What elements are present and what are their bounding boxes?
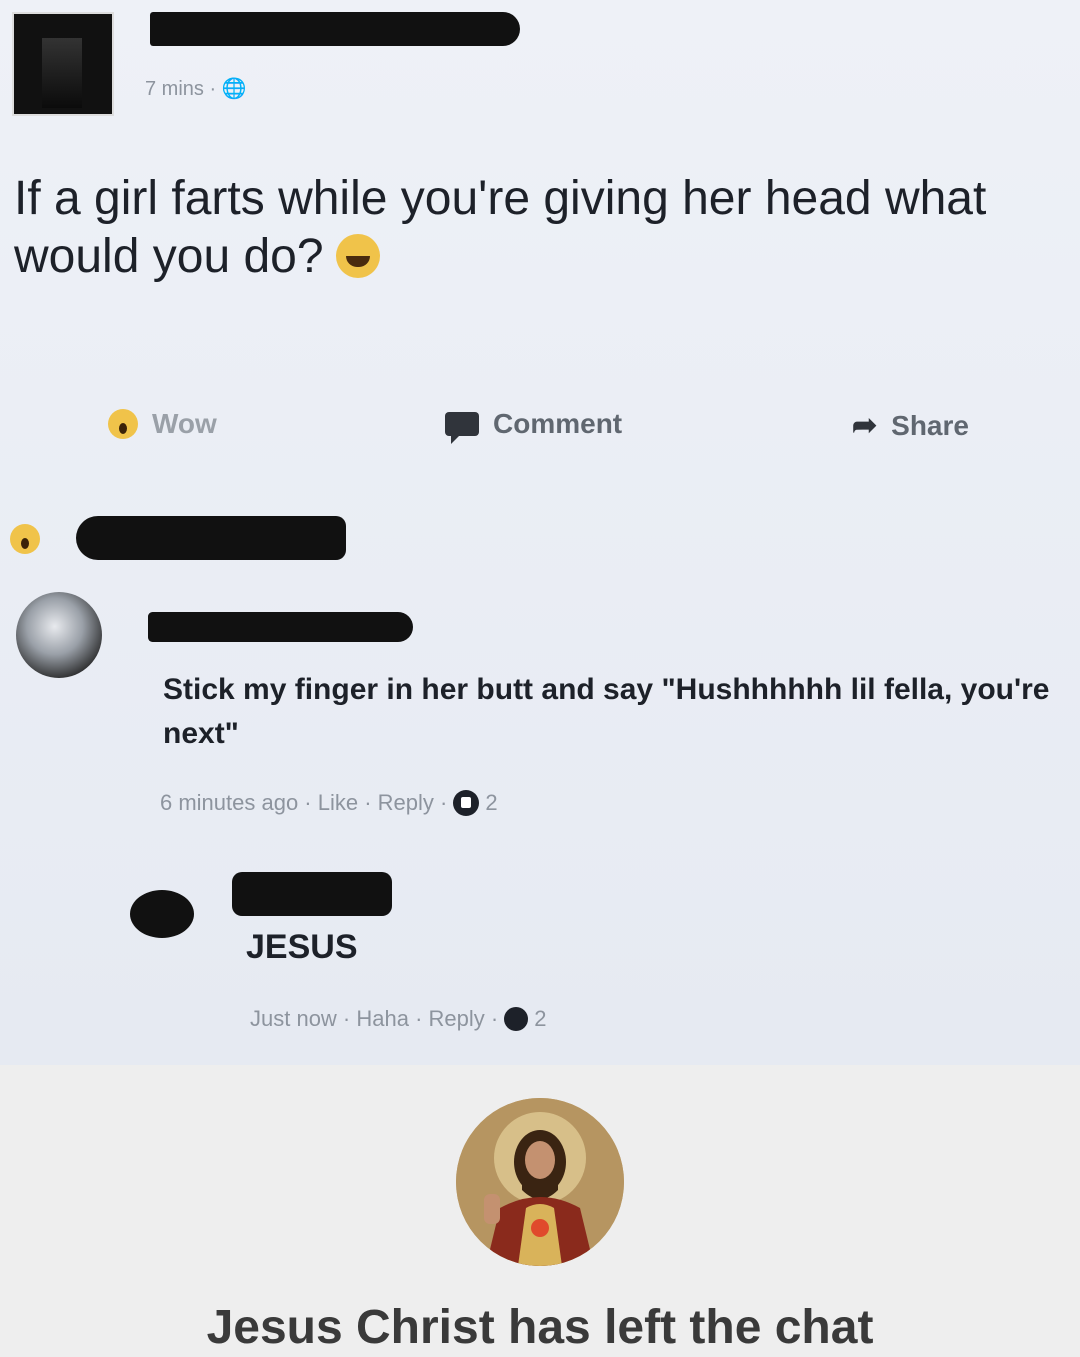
- comment-label: Comment: [493, 408, 623, 439]
- post-text: If a girl farts while you're giving her …: [14, 170, 1054, 286]
- reply-meta-text: Just now · Haha · Reply ·: [250, 1006, 499, 1031]
- jesus-portrait-icon: [456, 1098, 624, 1266]
- comment-meta: 6 minutes ago · Like · Reply · 2: [160, 790, 498, 816]
- comment-text: Stick my finger in her butt and say "Hus…: [163, 673, 1050, 750]
- poster-avatar[interactable]: [12, 12, 114, 116]
- share-label: Share: [891, 409, 969, 441]
- wow-label: Wow: [152, 408, 217, 439]
- comment-button[interactable]: Comment: [445, 408, 623, 444]
- share-button[interactable]: ➦ Share: [852, 408, 969, 443]
- jesus-avatar: [456, 1098, 624, 1266]
- commenter-avatar[interactable]: [16, 592, 102, 678]
- reply-reaction-count: 2: [534, 1006, 547, 1031]
- like-reaction-icon: [453, 790, 480, 816]
- post-action-bar: Wow Comment ➦ Share: [0, 400, 1080, 450]
- share-arrow-icon: ➦: [852, 409, 878, 442]
- redacted-reactor-names: [76, 516, 346, 560]
- facebook-post: 7 mins · 🌐 If a girl farts while you're …: [0, 0, 1080, 1065]
- post-text-body: If a girl farts while you're giving her …: [14, 172, 987, 283]
- left-chat-caption: Jesus Christ has left the chat: [206, 1301, 874, 1354]
- reply-avatar[interactable]: [130, 890, 194, 938]
- redacted-commenter-name: [148, 612, 413, 642]
- redacted-reply-name: [232, 872, 392, 916]
- post-timestamp: 7 mins · 🌐: [145, 78, 247, 100]
- comment-icon: [445, 412, 479, 444]
- reply-meta: Just now · Haha · Reply · 2: [250, 1006, 546, 1032]
- wow-reaction-button[interactable]: Wow: [108, 408, 217, 440]
- reaction-summary[interactable]: [10, 510, 410, 570]
- comment-reaction-count: 2: [485, 790, 498, 815]
- redacted-poster-name: [150, 12, 520, 46]
- reply-text: JESUS: [246, 928, 358, 966]
- comment-meta-text: 6 minutes ago · Like · Reply ·: [160, 790, 448, 815]
- sad-reaction-icon: [504, 1007, 529, 1031]
- laughing-emoji-icon: [335, 234, 380, 278]
- wow-emoji-icon: [10, 524, 40, 554]
- wow-emoji-icon: [108, 409, 138, 439]
